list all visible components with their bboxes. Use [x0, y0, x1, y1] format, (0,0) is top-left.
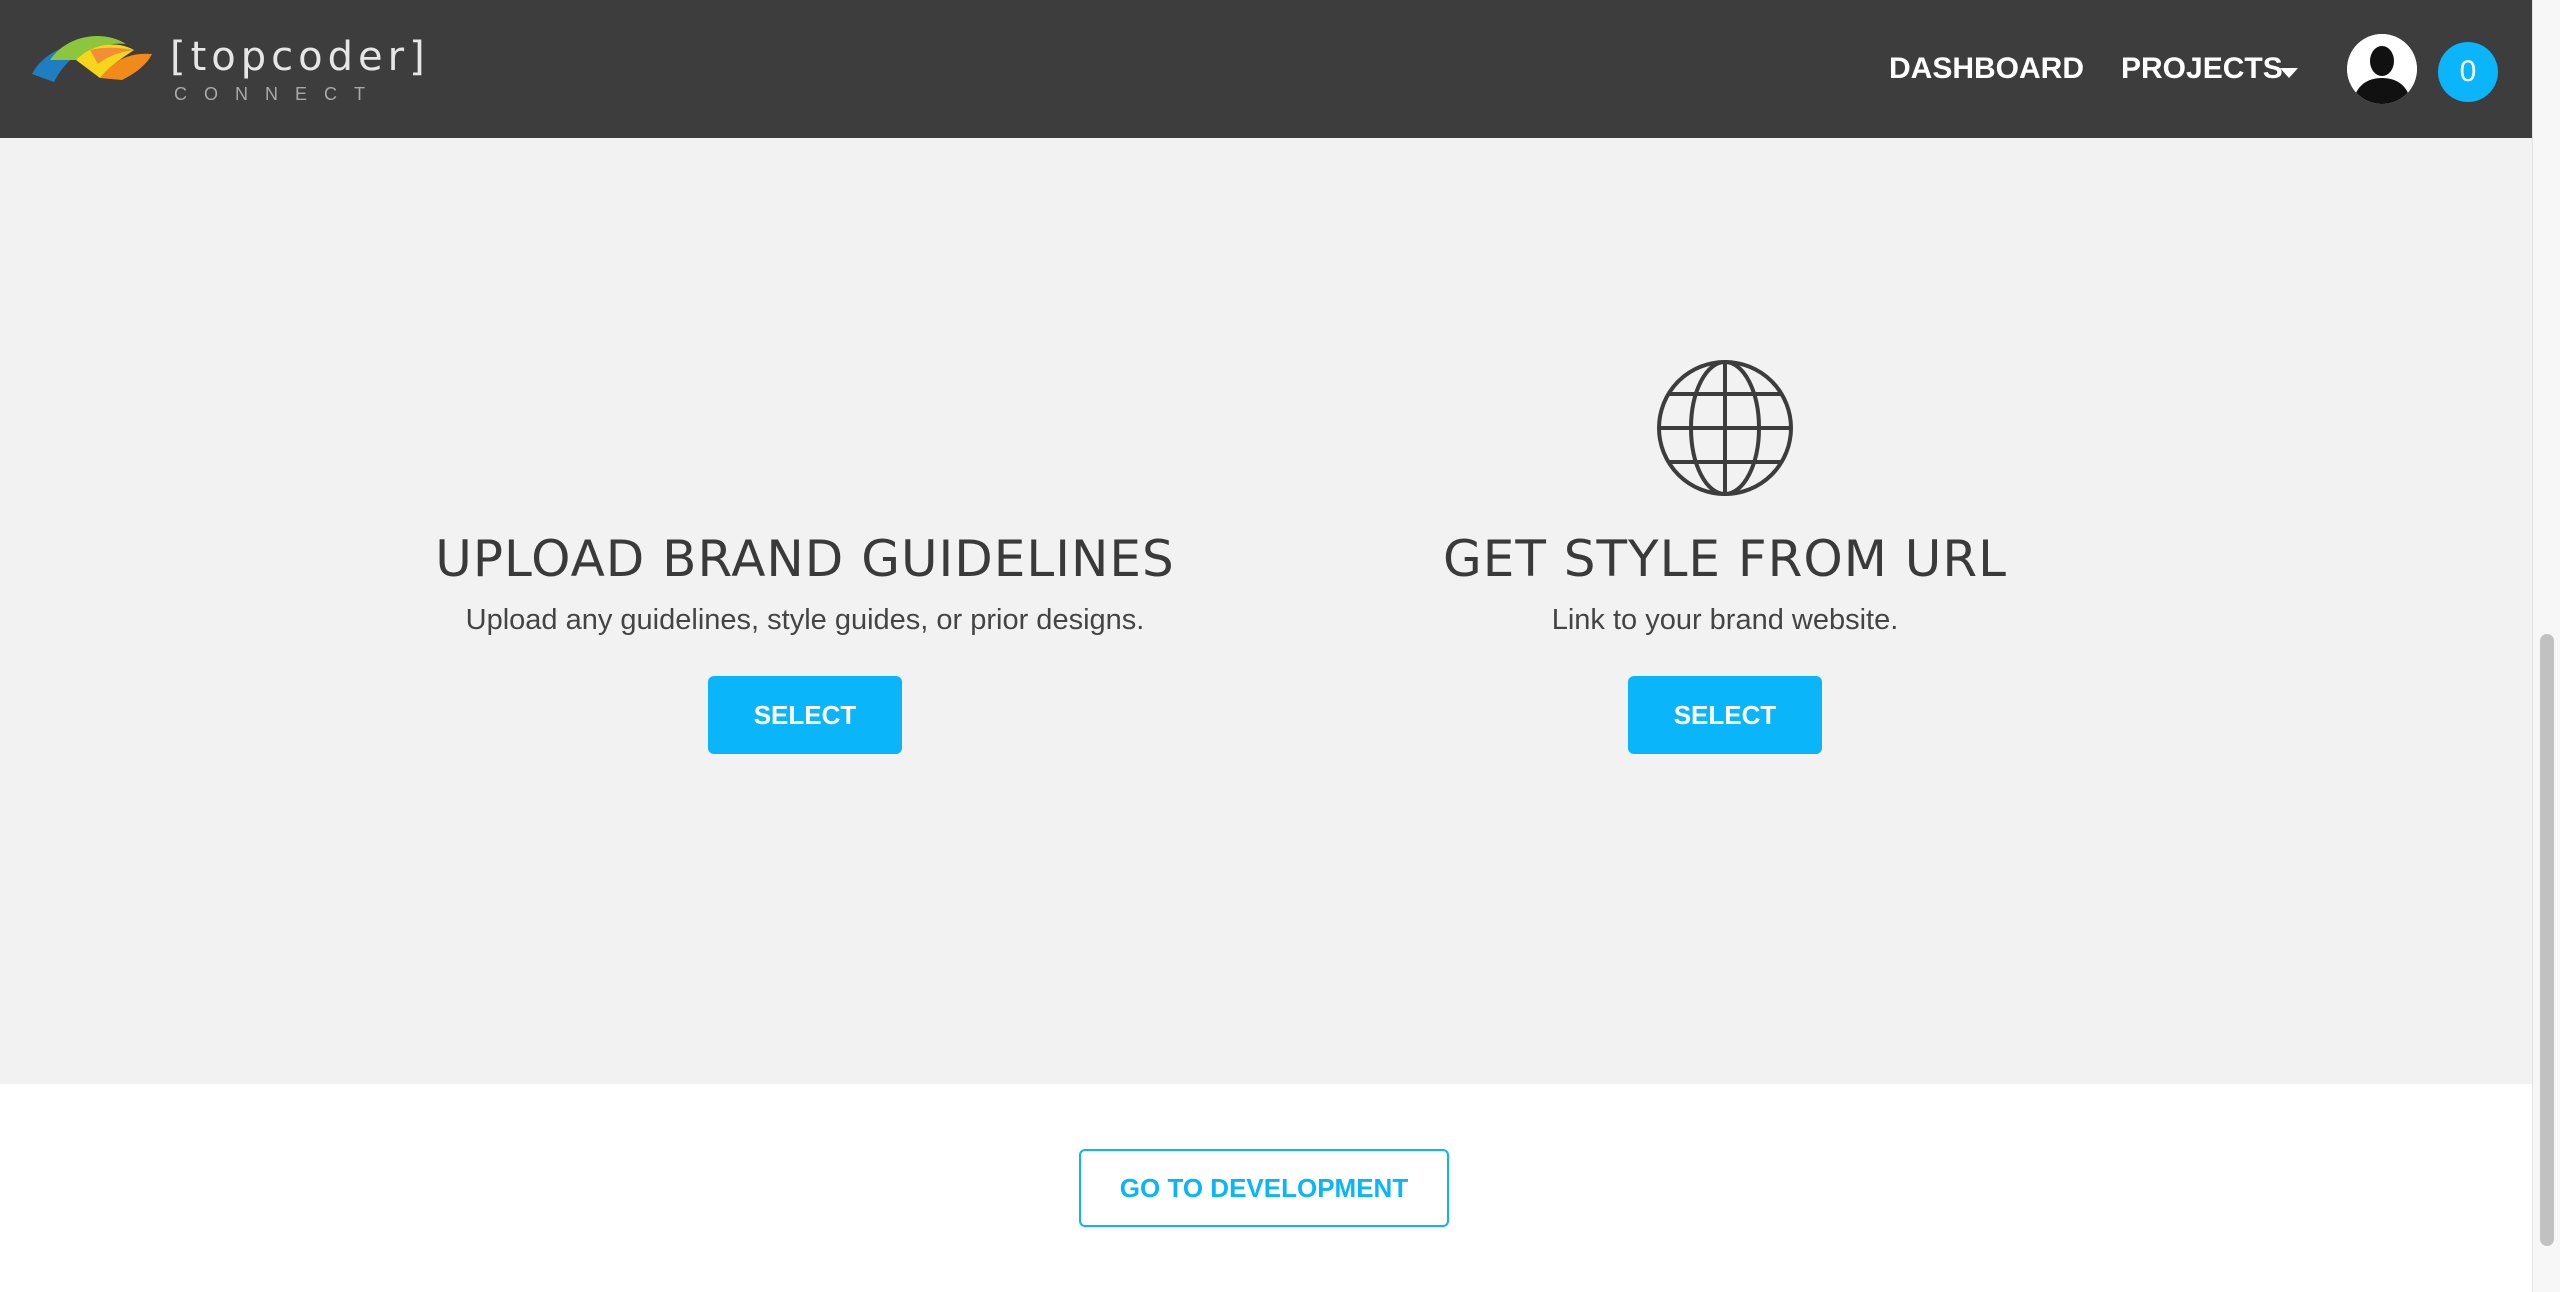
topcoder-logo[interactable]: [topcoder] CONNECT: [30, 30, 425, 110]
top-header: [topcoder] CONNECT DASHBOARD PROJECTS 0: [0, 0, 2532, 138]
url-select-button[interactable]: SELECT: [1628, 676, 1822, 754]
style-from-url-option: GET STYLE FROM URL Link to your brand we…: [1275, 138, 2175, 1084]
upload-brand-option: UPLOAD BRAND GUIDELINES Upload any guide…: [355, 138, 1255, 1084]
brand-style-section: UPLOAD BRAND GUIDELINES Upload any guide…: [0, 138, 2532, 1084]
chevron-down-icon[interactable]: [2280, 68, 2298, 78]
globe-icon: [1657, 360, 1793, 496]
go-to-development-button[interactable]: GO TO DEVELOPMENT: [1079, 1149, 1449, 1227]
upload-select-button[interactable]: SELECT: [708, 676, 902, 754]
logo-subtitle: CONNECT: [174, 84, 382, 104]
logo-wordmark: [topcoder]: [170, 34, 430, 80]
topcoder-logo-icon: [32, 36, 152, 82]
vertical-scrollbar[interactable]: [2532, 0, 2560, 1292]
user-avatar[interactable]: [2347, 34, 2417, 104]
option-description: Upload any guidelines, style guides, or …: [465, 604, 1145, 636]
nav-dashboard-link[interactable]: DASHBOARD: [1889, 52, 2084, 86]
scrollbar-thumb[interactable]: [2540, 634, 2554, 1246]
nav-projects-link[interactable]: PROJECTS: [2121, 52, 2283, 86]
option-title: UPLOAD BRAND GUIDELINES: [435, 530, 1175, 588]
page: [topcoder] CONNECT DASHBOARD PROJECTS 0 …: [0, 0, 2532, 1292]
option-description: Link to your brand website.: [1551, 604, 1899, 636]
option-title: GET STYLE FROM URL: [1442, 530, 2008, 588]
notification-badge[interactable]: 0: [2438, 42, 2498, 102]
user-avatar-icon: [2347, 34, 2417, 104]
